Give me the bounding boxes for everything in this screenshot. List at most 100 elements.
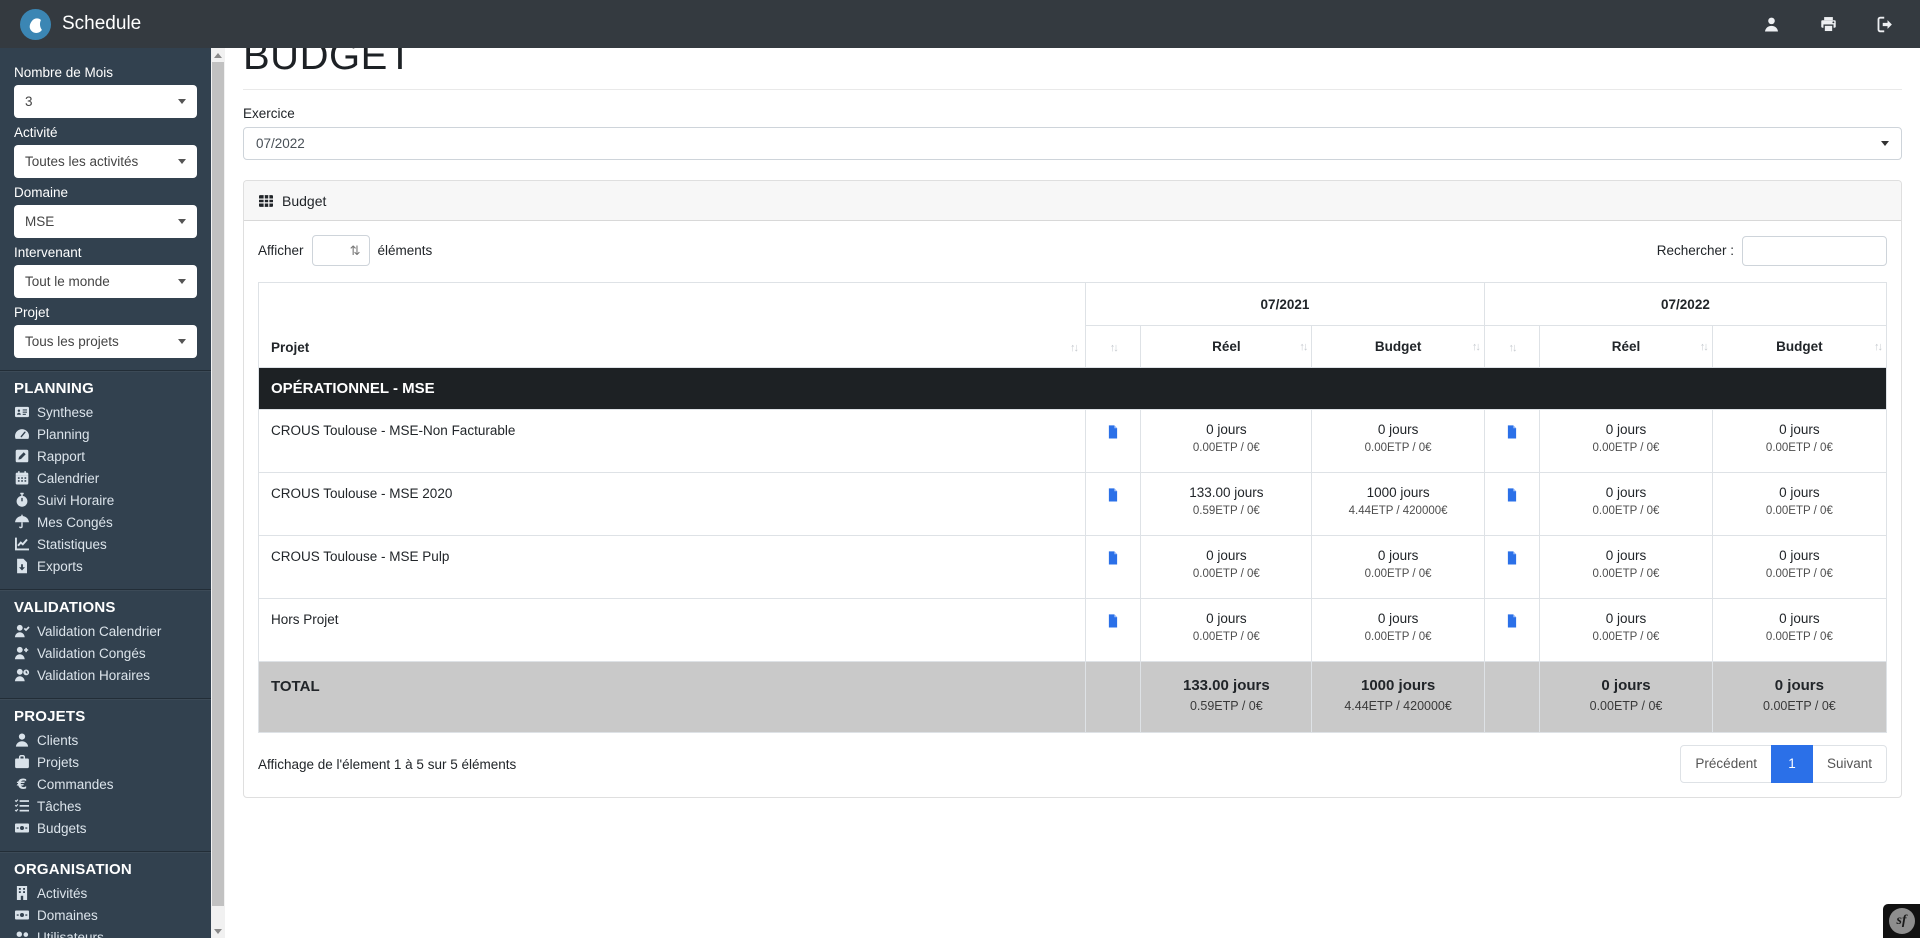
filter-select-intervenant[interactable]: Tout le monde xyxy=(14,265,197,298)
value-cell: 0 jours0.00ETP / 0€ xyxy=(1712,599,1886,662)
value-etp-euro: 0.00ETP / 0€ xyxy=(1312,568,1484,580)
print-icon[interactable] xyxy=(1820,16,1837,33)
sort-icon: ↑↓ xyxy=(1472,341,1479,353)
document-icon[interactable] xyxy=(1106,612,1120,629)
page-length-select[interactable]: ⇅ xyxy=(312,235,370,266)
building-icon xyxy=(14,885,30,901)
column-header-reel-07-2021[interactable]: Réel↑↓ xyxy=(1141,326,1312,368)
sidebar-item-validation-horaires[interactable]: Validation Horaires xyxy=(14,664,197,686)
search-input[interactable] xyxy=(1742,236,1887,266)
sidebar-item-domaines[interactable]: Domaines xyxy=(14,904,197,926)
money-check-icon xyxy=(14,820,30,836)
scrollbar-up-arrow[interactable] xyxy=(211,48,225,62)
sidebar-item-planning[interactable]: Planning xyxy=(14,423,197,445)
value-days: 1000 jours xyxy=(1312,677,1484,694)
value-days: 0 jours xyxy=(1312,611,1484,626)
scrollbar-down-arrow[interactable] xyxy=(211,924,225,938)
document-icon[interactable] xyxy=(1505,549,1519,566)
sidebar-item-validation-conges[interactable]: Validation Congés xyxy=(14,642,197,664)
exercice-value: 07/2022 xyxy=(256,136,305,151)
sort-icon: ↑↓ xyxy=(1299,341,1306,353)
id-card-icon xyxy=(14,404,30,420)
tasks-icon xyxy=(14,798,30,814)
detail-cell xyxy=(1086,599,1141,662)
value-etp-euro: 0.00ETP / 0€ xyxy=(1312,442,1484,454)
value-etp-euro: 0.00ETP / 0€ xyxy=(1540,505,1712,517)
detail-cell xyxy=(1484,536,1539,599)
sidebar: Nombre de Mois3ActivitéToutes les activi… xyxy=(0,48,211,938)
value-days: 0 jours xyxy=(1713,548,1886,563)
sidebar-item-statistiques[interactable]: Statistiques xyxy=(14,533,197,555)
app-brand-link[interactable]: Schedule xyxy=(20,9,141,40)
sidebar-scrollbar[interactable] xyxy=(211,48,225,938)
money-check-icon xyxy=(14,907,30,923)
sort-icon: ↑↓ xyxy=(1070,342,1077,354)
value-days: 0 jours xyxy=(1540,422,1712,437)
sidebar-item-rapport[interactable]: Rapport xyxy=(14,445,197,467)
sidebar-item-suivi-horaire[interactable]: Suivi Horaire xyxy=(14,489,197,511)
filter-select-activite[interactable]: Toutes les activités xyxy=(14,145,197,178)
pagination-previous[interactable]: Précédent xyxy=(1680,745,1772,783)
scrollbar-thumb[interactable] xyxy=(212,62,224,906)
sidebar-item-projets[interactable]: Projets xyxy=(14,751,197,773)
value-cell: 0 jours0.00ETP / 0€ xyxy=(1141,410,1312,473)
value-days: 0 jours xyxy=(1713,422,1886,437)
sidebar-item-clients[interactable]: Clients xyxy=(14,729,197,751)
user-icon[interactable] xyxy=(1763,16,1780,33)
pagination-next[interactable]: Suivant xyxy=(1812,745,1887,783)
exercice-select[interactable]: 07/2022 xyxy=(243,127,1902,160)
length-label-suffix: éléments xyxy=(378,243,433,258)
document-icon[interactable] xyxy=(1106,423,1120,440)
sidebar-item-exports[interactable]: Exports xyxy=(14,555,197,577)
table-row: Hors Projet0 jours0.00ETP / 0€0 jours0.0… xyxy=(259,599,1887,662)
pagination-page-1[interactable]: 1 xyxy=(1771,745,1813,783)
value-etp-euro: 0.59ETP / 0€ xyxy=(1141,505,1311,517)
sidebar-item-label: Rapport xyxy=(37,449,85,464)
column-header-projet[interactable]: Projet ↑↓ xyxy=(259,283,1086,368)
sidebar-section-projets: PROJETS xyxy=(14,708,197,725)
sidebar-item-label: Projets xyxy=(37,755,79,770)
symfony-toolbar-badge[interactable]: sf xyxy=(1883,904,1920,938)
document-icon[interactable] xyxy=(1106,486,1120,503)
total-value-cell: 0 jours0.00ETP / 0€ xyxy=(1540,662,1713,733)
sidebar-item-utilisateurs[interactable]: Utilisateurs xyxy=(14,926,197,938)
sidebar-item-label: Utilisateurs xyxy=(37,930,104,938)
logout-icon[interactable] xyxy=(1877,16,1894,33)
column-header-detail-07-2021[interactable]: ↑↓ xyxy=(1086,326,1141,368)
sidebar-item-mes-conges[interactable]: Mes Congés xyxy=(14,511,197,533)
filter-select-projet[interactable]: Tous les projets xyxy=(14,325,197,358)
document-icon[interactable] xyxy=(1106,549,1120,566)
filter-select-nombre-de-mois[interactable]: 3 xyxy=(14,85,197,118)
filter-label-activite: Activité xyxy=(14,125,197,140)
value-days: 133.00 jours xyxy=(1141,677,1311,694)
total-empty-cell xyxy=(1484,662,1539,733)
group-row-label: OPÉRATIONNEL - MSE xyxy=(259,368,1887,410)
sidebar-item-synthese[interactable]: Synthese xyxy=(14,401,197,423)
detail-cell xyxy=(1086,536,1141,599)
filter-value: Tous les projets xyxy=(25,334,119,349)
value-days: 0 jours xyxy=(1141,422,1311,437)
sidebar-item-validation-calendrier[interactable]: Validation Calendrier xyxy=(14,620,197,642)
filter-select-domaine[interactable]: MSE xyxy=(14,205,197,238)
sidebar-item-taches[interactable]: Tâches xyxy=(14,795,197,817)
column-header-reel-07-2022[interactable]: Réel↑↓ xyxy=(1540,326,1713,368)
value-days: 1000 jours xyxy=(1312,485,1484,500)
user-check-icon xyxy=(14,623,30,639)
document-icon[interactable] xyxy=(1505,423,1519,440)
value-etp-euro: 0.00ETP / 0€ xyxy=(1540,631,1712,643)
column-header-budget-07-2022[interactable]: Budget↑↓ xyxy=(1712,326,1886,368)
column-header-budget-07-2021[interactable]: Budget↑↓ xyxy=(1312,326,1485,368)
column-group-period-1: 07/2021 xyxy=(1086,283,1485,326)
detail-cell xyxy=(1086,473,1141,536)
document-icon[interactable] xyxy=(1505,486,1519,503)
column-header-detail-07-2022[interactable]: ↑↓ xyxy=(1484,326,1539,368)
filter-value: Toutes les activités xyxy=(25,154,138,169)
document-icon[interactable] xyxy=(1505,612,1519,629)
sidebar-item-budgets[interactable]: Budgets xyxy=(14,817,197,839)
sidebar-item-label: Domaines xyxy=(37,908,98,923)
sidebar-item-calendrier[interactable]: Calendrier xyxy=(14,467,197,489)
sidebar-item-activites[interactable]: Activités xyxy=(14,882,197,904)
euro-icon: € xyxy=(14,776,30,792)
user-plus-icon xyxy=(14,645,30,661)
sidebar-item-commandes[interactable]: €Commandes xyxy=(14,773,197,795)
